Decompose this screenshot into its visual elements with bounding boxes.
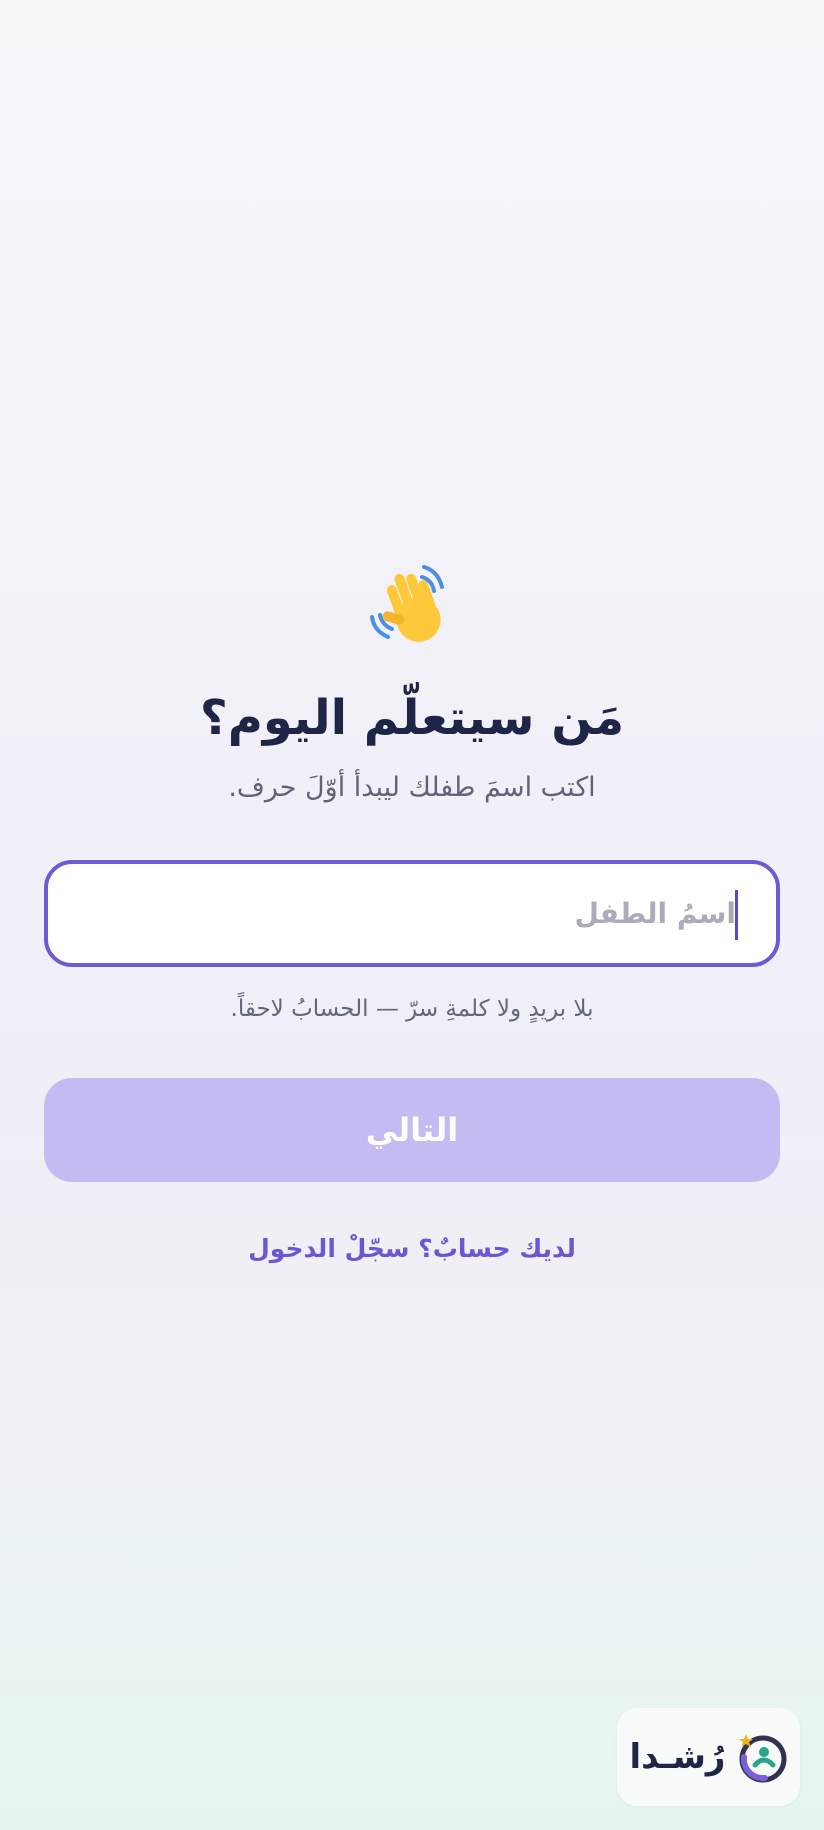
waving-hand-icon [370, 565, 444, 642]
rushda-logo-icon [739, 1734, 787, 1783]
next-button[interactable]: التالي [44, 1078, 780, 1182]
child-name-field[interactable] [44, 860, 780, 967]
page-title: مَن سيتعلّم اليوم؟ [199, 690, 625, 746]
brand-badge: رُشـدا [617, 1708, 800, 1806]
brand-name: رُشـدا [629, 1737, 726, 1777]
login-link[interactable]: لديك حسابٌ؟ سجّلْ الدخول [44, 1232, 780, 1266]
page-subtitle: اكتب اسمَ طفلك ليبدأ أوّلَ حرف. [228, 772, 596, 803]
text-caret [735, 890, 738, 940]
privacy-hint: بلا بريدٍ ولا كلمةِ سرّ — الحسابُ لاحقاً… [230, 996, 594, 1022]
child-name-input[interactable] [48, 864, 776, 963]
